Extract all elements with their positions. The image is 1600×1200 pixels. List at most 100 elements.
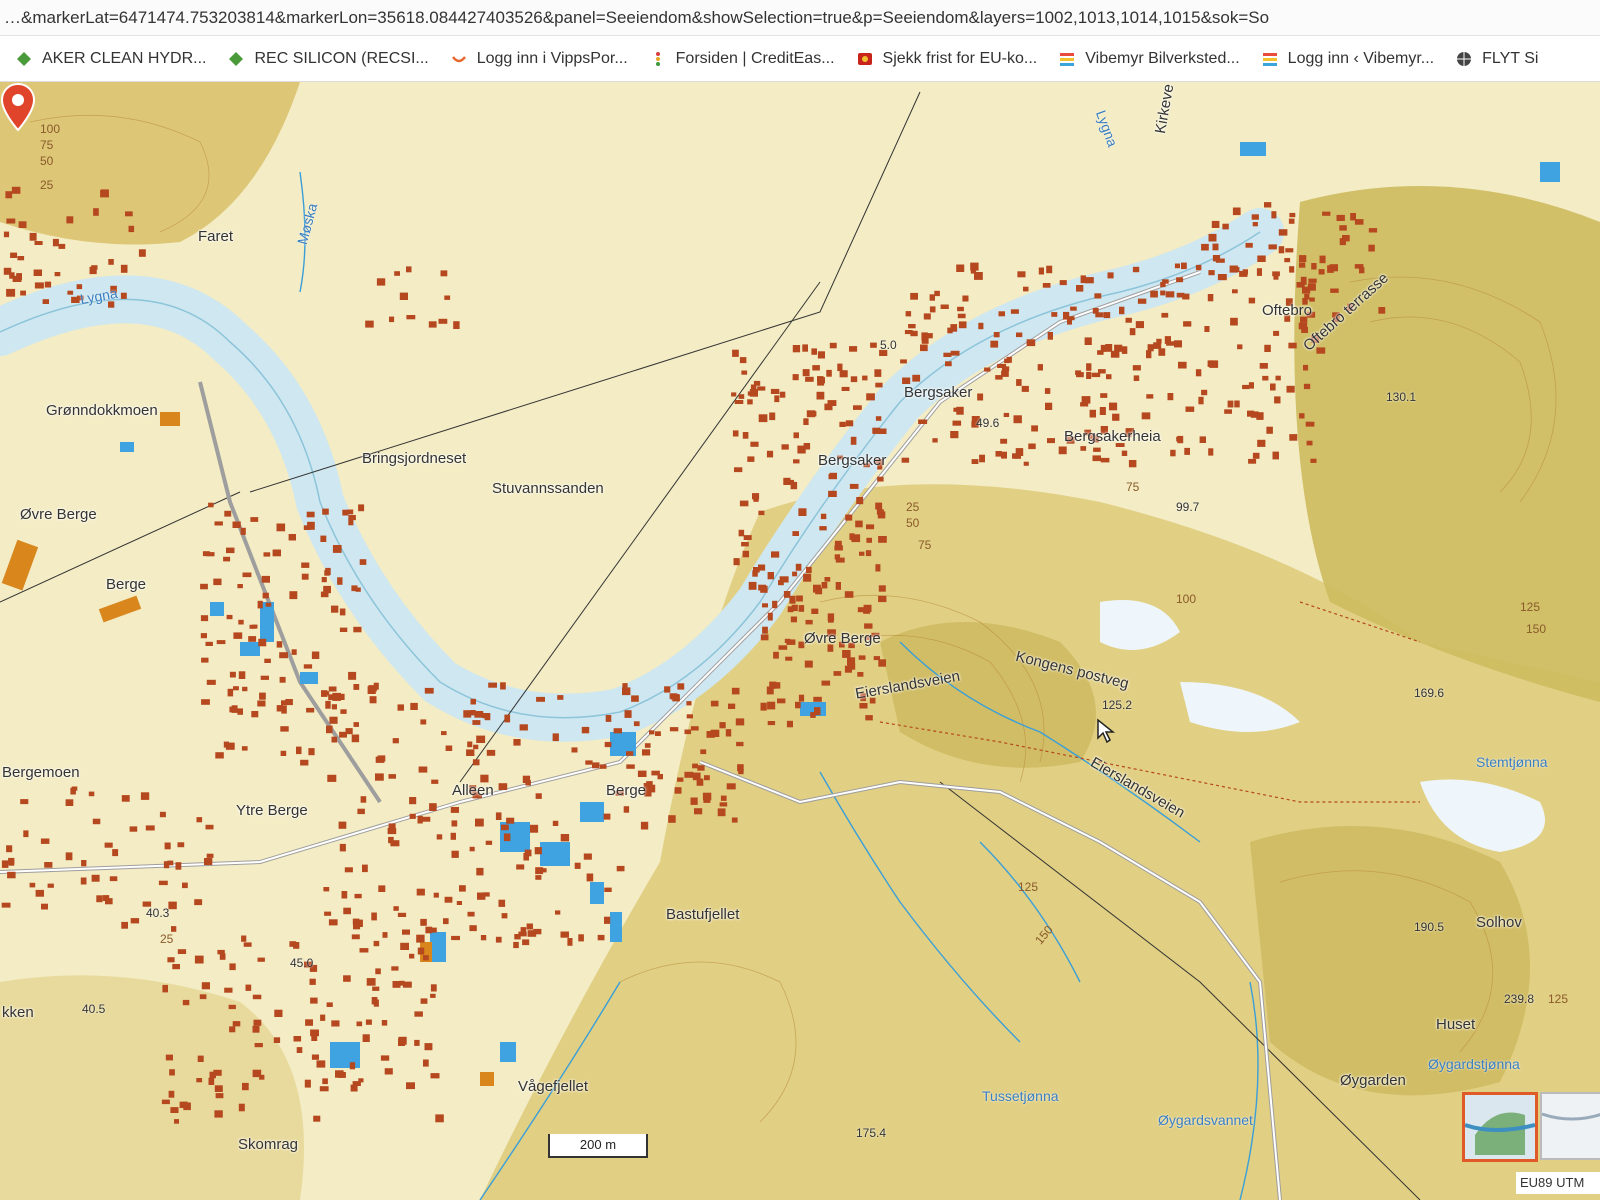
house-building [719, 722, 726, 729]
house-building [348, 671, 357, 680]
bookmark-label: REC SILICON (RECSI... [254, 49, 429, 67]
house-building [970, 262, 979, 271]
bookmark-aker-clean-hydrogen[interactable]: AKER CLEAN HYDR... [16, 50, 206, 68]
topographic-map[interactable]: Faret Grønndokkmoen Øvre Berge Berge Bri… [0, 82, 1600, 1200]
house-building [369, 696, 377, 704]
bookmark-vipps[interactable]: Logg inn i VippsPor... [451, 50, 628, 68]
house-building [527, 930, 537, 937]
house-building [313, 1115, 321, 1122]
house-building [1232, 207, 1241, 216]
house-building [238, 1103, 245, 1112]
house-building [338, 821, 347, 829]
house-building [362, 864, 368, 873]
house-building [388, 774, 396, 779]
house-building [677, 777, 684, 782]
spot-height: 175.4 [856, 1126, 887, 1140]
place-bergsaker-1: Bergsaker [904, 384, 973, 401]
house-building [1217, 274, 1227, 281]
house-building [841, 386, 850, 391]
address-bar[interactable]: …&markerLat=6471474.753203814&markerLon=… [0, 0, 1600, 36]
house-building [1242, 384, 1250, 390]
location-marker-icon[interactable] [0, 82, 36, 132]
house-building [81, 860, 87, 867]
house-building [351, 585, 358, 592]
house-building [120, 292, 127, 299]
house-building [918, 419, 928, 424]
contour-label: 75 [918, 538, 932, 552]
house-building [279, 652, 288, 659]
house-building [758, 584, 766, 591]
house-building [536, 696, 545, 702]
bookmark-vibemyr-login[interactable]: Logg inn ‹ Vibemyr... [1262, 50, 1434, 68]
house-building [376, 278, 386, 286]
house-building [1, 902, 11, 908]
house-building [406, 266, 412, 273]
house-building [202, 551, 210, 557]
house-building [331, 704, 337, 710]
house-building [351, 934, 360, 940]
house-building [834, 545, 843, 551]
bookmark-vibemyr-bilverksted[interactable]: Vibemyr Bilverksted... [1059, 50, 1240, 68]
house-building [677, 683, 685, 690]
house-building [732, 349, 739, 357]
house-building [339, 843, 346, 852]
bookmark-rec-silicon[interactable]: REC SILICON (RECSI... [228, 49, 429, 68]
house-building [1318, 269, 1325, 275]
house-building [777, 698, 786, 704]
house-building [1067, 316, 1075, 321]
house-building [339, 608, 346, 616]
house-building [859, 551, 865, 556]
house-building [1100, 457, 1110, 463]
house-building [805, 619, 813, 625]
house-building [798, 694, 805, 702]
house-building [1368, 244, 1375, 252]
house-building [811, 608, 819, 614]
house-building [310, 997, 318, 1004]
basemap-toggle-topo[interactable] [1462, 1092, 1538, 1162]
house-building [378, 885, 386, 892]
bookmark-crediteas[interactable]: Forsiden | CreditEas... [650, 50, 835, 68]
house-building [214, 521, 223, 526]
house-building [845, 420, 854, 427]
spot-height: 40.5 [82, 1002, 106, 1016]
house-building [522, 939, 530, 946]
bookmark-flyt[interactable]: FLYT Si [1456, 50, 1538, 68]
house-building [786, 720, 793, 728]
house-building [177, 842, 185, 848]
house-building [470, 698, 476, 705]
house-building [1047, 438, 1055, 444]
house-building [857, 672, 864, 677]
bookmark-eu-frist[interactable]: Sjekk frist for EU-ko... [857, 50, 1037, 68]
house-building [441, 731, 447, 736]
house-building [1075, 370, 1082, 375]
house-building [289, 591, 298, 600]
house-building [1252, 222, 1258, 227]
house-building [692, 772, 701, 781]
house-building [257, 957, 265, 962]
house-building [213, 1069, 222, 1076]
house-building [108, 301, 115, 308]
house-building [23, 830, 29, 838]
house-building [792, 531, 799, 536]
house-building [320, 535, 327, 542]
house-building [762, 626, 768, 634]
house-building [8, 857, 15, 865]
house-building [208, 502, 214, 508]
house-building [451, 850, 459, 858]
house-building [793, 432, 799, 439]
house-building [430, 993, 436, 998]
house-building [167, 860, 174, 866]
house-building [416, 888, 425, 896]
house-building [1305, 421, 1315, 427]
house-building [389, 316, 395, 323]
house-building [552, 820, 559, 826]
house-building [280, 726, 289, 732]
basemap-toggle-aerial[interactable] [1540, 1092, 1600, 1160]
place-huset: Huset [1436, 1016, 1476, 1033]
house-building [1044, 388, 1051, 394]
house-building [778, 645, 788, 650]
house-building [1076, 285, 1084, 292]
house-building [839, 421, 846, 427]
house-building [655, 731, 661, 736]
house-building [252, 1069, 262, 1078]
